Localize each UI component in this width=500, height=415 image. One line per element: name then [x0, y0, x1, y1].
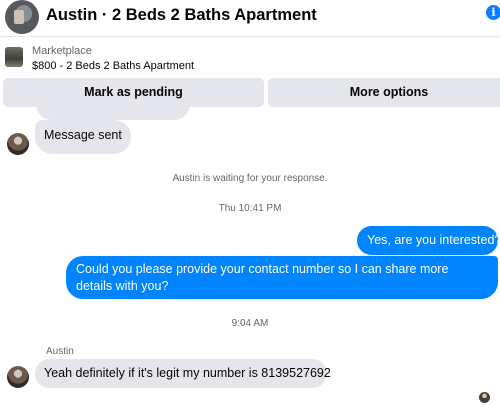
sender-avatar[interactable] [7, 366, 29, 388]
conversation-avatar[interactable] [5, 0, 39, 34]
waiting-notice: Austin is waiting for your response. [172, 173, 328, 184]
sent-message-bubble: Yes, are you interested? [357, 226, 500, 255]
marketplace-label: Marketplace [32, 45, 92, 57]
sender-name: Austin [46, 346, 74, 357]
info-icon[interactable]: i [486, 5, 500, 20]
received-message-bubble: Yeah definitely if it's legit my number … [35, 359, 331, 388]
conversation-header: Austin · 2 Beds 2 Baths Apartment i [0, 0, 500, 37]
sent-message-bubble: Could you please provide your contact nu… [66, 256, 498, 299]
seen-receipt-avatar [479, 392, 490, 403]
listing-title[interactable]: $800 - 2 Beds 2 Baths Apartment [32, 60, 194, 72]
sender-avatar[interactable] [7, 133, 29, 155]
previous-message-bubble [36, 104, 190, 120]
timestamp: 9:04 AM [231, 318, 269, 329]
conversation-title[interactable]: Austin · 2 Beds 2 Baths Apartment [46, 6, 317, 25]
mark-as-pending-button[interactable]: Mark as pending [3, 78, 264, 107]
more-options-button[interactable]: More options [268, 78, 500, 107]
listing-thumbnail[interactable] [5, 47, 23, 67]
timestamp: Thu 10:41 PM [218, 203, 282, 214]
received-message-bubble: Message sent [35, 120, 131, 154]
